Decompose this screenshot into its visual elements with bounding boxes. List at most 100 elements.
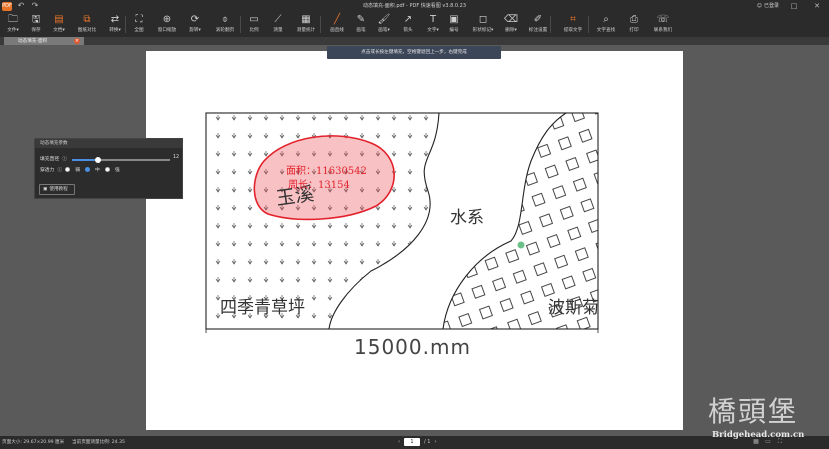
toolbar-item-save[interactable]: 🖫 保存: [26, 12, 46, 37]
region-label-water: 水系: [450, 208, 484, 228]
convert-icon: ⇄: [110, 14, 120, 25]
fill-radius-label: 填充直径: [40, 157, 60, 162]
redo-icon[interactable]: ↷: [30, 1, 40, 11]
measure-stats-icon: ▦: [301, 14, 311, 25]
help-icon[interactable]: ⓘ: [62, 155, 67, 162]
toolbar-item-label: 形状标记▾: [472, 28, 494, 33]
toolbar-item-label: 测量统计: [296, 28, 316, 33]
toolbar-item-zoom-window[interactable]: ⊕ 窗口缩放: [154, 12, 180, 37]
help-icon[interactable]: ⓘ: [57, 166, 62, 173]
toolbar-item-label: 比例: [249, 28, 259, 33]
toolbar-separator: [588, 16, 589, 33]
toolbar-item-label: 箭头: [403, 28, 413, 33]
toolbar-item-headset[interactable]: ☏ 联系我们: [651, 12, 675, 37]
slider-thumb[interactable]: [95, 157, 102, 163]
prev-page-icon[interactable]: ‹: [398, 439, 400, 445]
toolbar-item-mouse[interactable]: ⌽ 滚轮翻页: [212, 12, 238, 37]
number-icon: ▣: [449, 14, 459, 25]
page-input[interactable]: 1: [404, 438, 420, 446]
toolbar-item-label: 文字▾: [427, 28, 439, 33]
tolerance-row: 穿透力 ⓘ 弱 中 强: [40, 166, 120, 173]
tutorial-button-label: 使用教程: [49, 187, 68, 192]
extract-text-icon: ⌗: [570, 14, 576, 25]
fill-radius-slider[interactable]: [72, 157, 170, 163]
tab-close-icon[interactable]: ×: [74, 38, 80, 44]
compare-icon: ⧉: [83, 14, 91, 25]
toolbar-item-arrow[interactable]: ↗ 箭头: [398, 12, 418, 37]
toolbar-item-extract-text[interactable]: ⌗ 提取文字: [558, 12, 588, 37]
toolbar-item-eraser[interactable]: ⌫ 删除▾: [500, 12, 522, 37]
toolbar-item-folder[interactable]: 🗀 文件▾: [2, 12, 24, 37]
toolbar-item-label: 编号: [449, 28, 459, 33]
tab-document[interactable]: 动态填充-面积 ×: [4, 37, 84, 45]
undo-icon[interactable]: ↶: [16, 1, 26, 11]
toolbar-item-line[interactable]: ╱ 画直线: [325, 12, 349, 37]
toolbar-item-label: 联系我们: [653, 28, 673, 33]
app-logo-icon[interactable]: PDF: [2, 1, 12, 11]
tolerance-label: 穿透力: [40, 168, 55, 173]
tolerance-radio[interactable]: [85, 167, 91, 172]
toolbar-item-search[interactable]: ⌕ 文字查找: [594, 12, 618, 37]
rotate-icon: ⟳: [190, 14, 200, 25]
toolbar-item-number[interactable]: ▣ 编号: [444, 12, 464, 37]
minimize-button[interactable]: –: [765, 0, 779, 12]
headset-icon: ☏: [656, 14, 670, 25]
shape-icon: ◻: [478, 14, 488, 25]
brush-icon: 🖌: [377, 14, 391, 25]
save-icon: 🖫: [31, 14, 41, 25]
total-pages: / 1: [424, 439, 431, 445]
maximize-button[interactable]: □: [787, 0, 801, 12]
toolbar-item-brush[interactable]: 🖌 画笔▾: [374, 12, 394, 37]
toolbar-item-label: 画直线: [330, 28, 344, 33]
toolbar-item-compare[interactable]: ⧉ 图纸对比: [73, 12, 101, 37]
toolbar-item-measure[interactable]: ⟋ 测量: [268, 12, 288, 37]
region-label-bosijv: 波斯菊: [548, 298, 599, 318]
perimeter-value-label: 周长：13154: [288, 179, 350, 191]
fill-radius-row: 填充直径 ⓘ: [40, 155, 67, 162]
toolbar-item-annotation-settings[interactable]: ✐ 标注设置: [524, 12, 552, 37]
toolbar-item-label: 保存: [31, 28, 41, 33]
page-size-status: 页面大小: 29.67×20.99 厘米: [2, 440, 65, 445]
eraser-icon: ⌫: [503, 14, 519, 25]
toolbar-separator: [125, 16, 126, 33]
toolbar-item-text[interactable]: T 文字▾: [423, 12, 443, 37]
toolbar-item-pen[interactable]: ✎ 画笔: [352, 12, 370, 37]
toolbar-separator: [320, 16, 321, 33]
tolerance-option-label: 中: [95, 168, 100, 173]
toolbar-item-fullview[interactable]: ⛶ 全图: [129, 12, 149, 37]
fill-params-panel: 动态填充参数 填充直径 ⓘ 12 穿透力 ⓘ 弱 中 强 ▣ 使用教程: [34, 138, 183, 199]
toolbar-item-label: 窗口缩放: [157, 28, 177, 33]
toolbar-item-label: 文字查找: [596, 28, 616, 33]
arrow-icon: ↗: [403, 14, 413, 25]
zoom-window-icon: ⊕: [162, 14, 172, 25]
toolbar-item-print[interactable]: ⎙ 打印: [624, 12, 644, 37]
document-icon: ▤: [54, 14, 64, 25]
toolbar-item-label: 删除▾: [505, 28, 517, 33]
tolerance-radio[interactable]: [104, 167, 110, 172]
next-page-icon[interactable]: ›: [434, 439, 436, 445]
toolbar-item-label: 画笔: [356, 28, 366, 33]
fill-radius-value: 12: [173, 155, 180, 160]
close-button[interactable]: ✕: [810, 0, 824, 12]
dimension-label: 15000.mm: [354, 335, 471, 359]
toolbar-item-scale[interactable]: ▭ 比例: [244, 12, 264, 37]
watermark-url: Bridgehead.com.cn: [712, 430, 805, 440]
toolbar-item-shape[interactable]: ◻ 形状标记▾: [468, 12, 498, 37]
operation-hint: 点击或长按左键填充，空格键退回上一步，右键完成: [327, 46, 501, 59]
pager: ‹ 1 / 1 ›: [398, 438, 436, 446]
toolbar-item-convert[interactable]: ⇄ 转换▾: [104, 12, 126, 37]
tolerance-options: 弱中强: [65, 166, 120, 173]
window-title: 动态填充-面积.pdf - PDF 快速看图 v3.8.0.23: [362, 3, 467, 9]
annotation-settings-icon: ✐: [533, 14, 543, 25]
toolbar-item-label: 旋转▾: [189, 28, 201, 33]
toolbar-item-rotate[interactable]: ⟳ 旋转▾: [184, 12, 206, 37]
mouse-icon: ⌽: [222, 14, 228, 25]
tolerance-radio[interactable]: [65, 167, 71, 172]
folder-icon: 🗀: [8, 14, 18, 25]
area-value-label: 面积：11630542: [286, 165, 367, 177]
toolbar-item-document[interactable]: ▤ 文档▾: [48, 12, 70, 37]
toolbar-item-label: 测量: [273, 28, 283, 33]
tutorial-button[interactable]: ▣ 使用教程: [39, 184, 75, 195]
pdf-page[interactable]: 玉溪 面积：11630542 周长：13154 水系 波斯菊 四季青草坪 150…: [146, 51, 683, 430]
toolbar-item-measure-stats[interactable]: ▦ 测量统计: [291, 12, 321, 37]
